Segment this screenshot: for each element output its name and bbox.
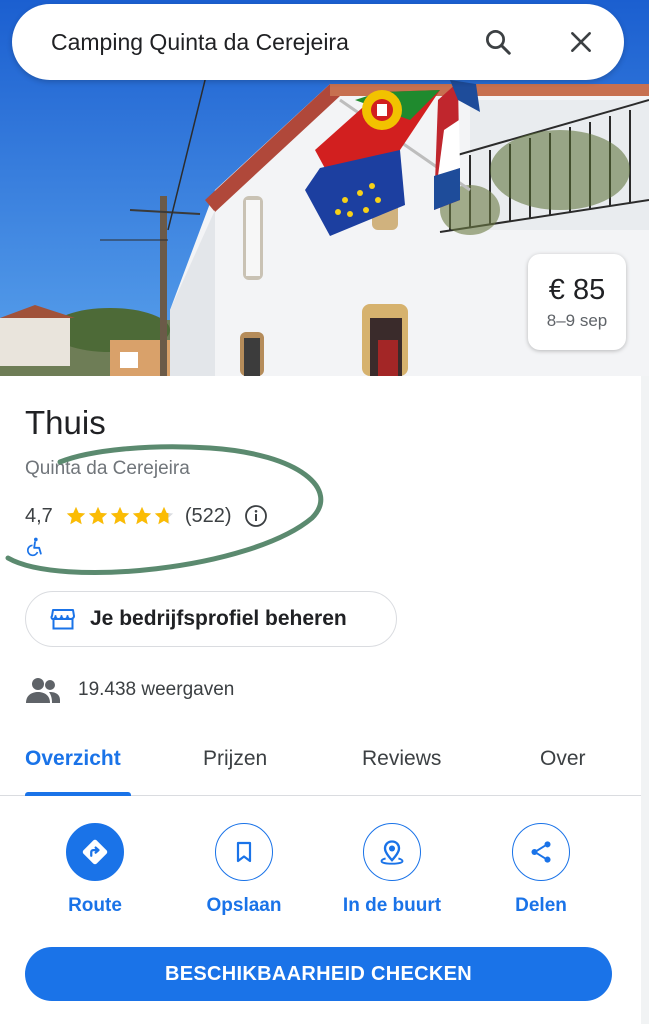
star-icon <box>154 506 173 525</box>
save-button[interactable]: Opslaan <box>184 823 304 917</box>
search-query[interactable]: Camping Quinta da Cerejeira <box>51 29 624 56</box>
directions-icon <box>82 839 108 865</box>
price-card[interactable]: € 85 8–9 sep <box>528 254 626 350</box>
tab-overzicht[interactable]: Overzicht <box>25 747 121 771</box>
price-dates: 8–9 sep <box>546 311 608 330</box>
manage-business-profile-label: Je bedrijfsprofiel beheren <box>90 607 347 630</box>
info-icon[interactable] <box>244 504 268 528</box>
route-button[interactable]: Route <box>35 823 155 917</box>
tab-prijzen[interactable]: Prijzen <box>203 747 267 771</box>
tab-bar: Overzicht Prijzen Reviews Over <box>0 730 649 796</box>
share-icon <box>531 841 551 863</box>
views-label: 19.438 weergaven <box>78 679 235 700</box>
star-icon <box>110 506 129 525</box>
share-button[interactable]: Delen <box>481 823 601 917</box>
nearby-label: In de buurt <box>342 895 442 916</box>
people-icon <box>26 678 60 703</box>
wheelchair-icon <box>26 537 42 557</box>
place-title: Thuis <box>25 404 106 441</box>
tab-over[interactable]: Over <box>540 747 586 771</box>
search-icon[interactable] <box>480 24 516 60</box>
nearby-button[interactable]: In de buurt <box>332 823 452 917</box>
check-availability-button[interactable]: BESCHIKBAARHEID CHECKEN <box>25 947 612 1001</box>
rating-value: 4,7 <box>25 504 53 527</box>
storefront-icon <box>50 609 75 630</box>
active-tab-indicator <box>25 792 131 796</box>
save-label: Opslaan <box>206 895 282 916</box>
manage-business-profile-button[interactable]: Je bedrijfsprofiel beheren <box>25 591 397 647</box>
search-bar[interactable]: Camping Quinta da Cerejeira <box>12 4 624 80</box>
price-value: € 85 <box>548 274 606 306</box>
star-icon <box>88 506 107 525</box>
place-subtitle: Quinta da Cerejeira <box>25 458 190 479</box>
route-label: Route <box>68 895 122 916</box>
nearby-pin-icon <box>380 840 404 865</box>
check-availability-label: BESCHIKBAARHEID CHECKEN <box>165 962 472 985</box>
views-count: 19.438 weergaven <box>25 676 234 704</box>
scrollbar-track[interactable] <box>641 376 649 1024</box>
tab-reviews[interactable]: Reviews <box>362 747 441 771</box>
star-icon <box>66 506 85 525</box>
rating-row[interactable]: 4,7 (522) <box>25 502 268 530</box>
review-count[interactable]: (522) <box>185 505 232 528</box>
rating-stars <box>65 505 175 527</box>
star-icon <box>132 506 151 525</box>
bookmark-icon <box>236 841 252 863</box>
close-icon[interactable] <box>563 24 599 60</box>
share-label: Delen <box>515 895 567 916</box>
